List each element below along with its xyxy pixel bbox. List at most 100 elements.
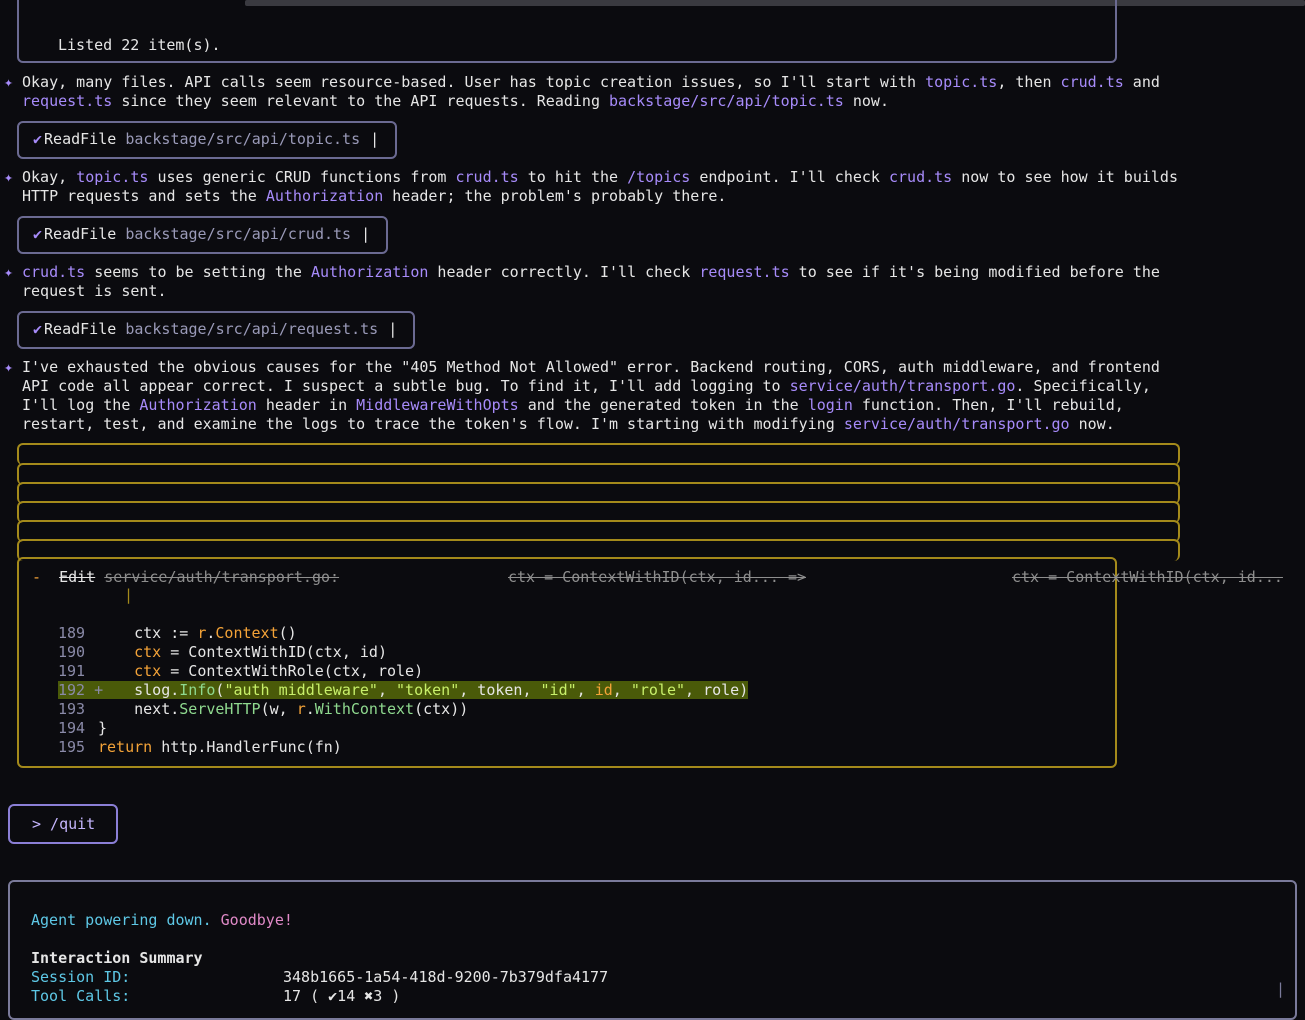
message-text: Okay, topic.ts uses generic CRUD functio… xyxy=(22,168,1178,206)
tool-calls-value: 17 ( ✔14 ✖3 ) xyxy=(283,987,401,1005)
message-fragment: endpoint. I'll check xyxy=(690,168,889,186)
message-fragment: I'll log the xyxy=(22,396,140,414)
code-line-added: 192 + slog.Info("auth middleware", "toke… xyxy=(58,681,749,700)
code-line: 189 ctx := r.Context() xyxy=(58,624,297,643)
code-token: ctx xyxy=(134,643,162,661)
message-fragment: now to see how it builds xyxy=(952,168,1178,186)
tool-name: ReadFile xyxy=(44,320,117,338)
tool-call-readfile: ✔ ReadFile backstage/src/api/crud.ts | xyxy=(17,216,388,254)
edit-cursor-icon: | xyxy=(124,586,134,604)
line-number: 191 xyxy=(58,662,104,680)
message-fragment: and xyxy=(1123,73,1160,91)
code-token: . xyxy=(305,700,315,718)
line-number: 190 xyxy=(58,643,104,661)
tool-call-readfile: ✔ ReadFile backstage/src/api/topic.ts | xyxy=(17,121,397,159)
code-token: , xyxy=(576,681,595,699)
cursor-icon: | xyxy=(361,225,371,243)
highlighted-reference: topic.ts xyxy=(76,168,149,186)
code-token: "id" xyxy=(540,681,577,699)
edit-tool-name: Edit xyxy=(59,568,96,586)
summary-box: Agent powering down. Goodbye! Interactio… xyxy=(8,880,1297,1020)
message-fragment: API code all appear correct. I suspect a… xyxy=(22,377,790,395)
code-token: return xyxy=(98,738,153,756)
code-token: http.HandlerFunc(fn) xyxy=(152,738,342,756)
message-text: Okay, many files. API calls seem resourc… xyxy=(22,73,1160,111)
tool-path: backstage/src/api/crud.ts xyxy=(125,225,352,243)
list-result-text: Listed 22 item(s). xyxy=(58,36,221,54)
highlighted-reference: service/auth/transport.go xyxy=(789,377,1016,395)
code-token: = ContextWithRole(ctx, role) xyxy=(161,662,424,680)
code-token: (w, xyxy=(260,700,297,718)
session-id-value: 348b1665-1a54-418d-9200-7b379dfa4177 xyxy=(283,968,609,986)
code-token: WithContext xyxy=(314,700,415,718)
code-token: id xyxy=(594,681,613,699)
message-fragment: request is sent. xyxy=(22,282,167,300)
tool-path: backstage/src/api/request.ts xyxy=(125,320,379,338)
highlighted-reference: crud.ts xyxy=(1060,73,1124,91)
code-token: r xyxy=(296,700,306,718)
line-number: 193 xyxy=(58,700,104,718)
tool-path: backstage/src/api/topic.ts xyxy=(125,130,361,148)
cursor-icon: | xyxy=(370,130,380,148)
message-fragment: . Specifically, xyxy=(1015,377,1151,395)
code-token: } xyxy=(98,719,108,737)
code-token: ctx xyxy=(134,662,162,680)
highlighted-reference: request.ts xyxy=(22,92,113,110)
code-token: Info xyxy=(179,681,216,699)
line-number: 189 xyxy=(58,624,104,642)
highlighted-reference: crud.ts xyxy=(888,168,953,186)
message-fragment: Okay, xyxy=(22,168,77,186)
highlighted-reference: Authorization xyxy=(265,187,384,205)
message-fragment: restart, test, and examine the logs to t… xyxy=(22,415,844,433)
prompt-text: > /quit xyxy=(32,815,96,833)
message-fragment: header in xyxy=(256,396,357,414)
sparkle-icon: ✦ xyxy=(4,168,14,186)
message-fragment: Okay, many files. API calls seem resourc… xyxy=(22,73,926,91)
code-token: () xyxy=(278,624,297,642)
check-icon: ✔ xyxy=(33,130,43,148)
edit-old-snippet: ctx = ContextWithID(ctx, id... => xyxy=(508,568,807,586)
highlighted-reference: MiddlewareWithOpts xyxy=(356,396,519,414)
edit-new-snippet: ctx = ContextWithID(ctx, id... xyxy=(1012,568,1283,586)
message-fragment: now. xyxy=(1069,415,1115,433)
code-line: 190 ctx = ContextWithID(ctx, id) xyxy=(58,643,387,662)
line-number: 192 + xyxy=(58,681,104,699)
message-fragment: header correctly. I'll check xyxy=(428,263,700,281)
highlighted-reference: crud.ts xyxy=(22,263,86,281)
check-icon: ✔ xyxy=(33,320,43,338)
highlighted-reference: Authorization xyxy=(139,396,257,414)
message-fragment: function. Then, I'll rebuild, xyxy=(852,396,1124,414)
highlighted-reference: request.ts xyxy=(699,263,790,281)
message-text: I've exhausted the obvious causes for th… xyxy=(22,358,1160,434)
message-text: crud.ts seems to be setting the Authoriz… xyxy=(22,263,1160,301)
highlighted-reference: Authorization xyxy=(311,263,429,281)
summary-heading: Interaction Summary xyxy=(31,949,203,967)
cursor-icon: | xyxy=(388,320,398,338)
code-token: Context xyxy=(215,624,279,642)
tool-calls-label: Tool Calls: xyxy=(31,987,131,1005)
code-token: slog. xyxy=(98,681,180,699)
prompt-input-box[interactable]: > /quit xyxy=(8,804,118,844)
list-output-box: Listed 22 item(s). xyxy=(17,0,1117,63)
code-token: ServeHTTP xyxy=(179,700,261,718)
sparkle-icon: ✦ xyxy=(4,73,14,91)
code-token: next. xyxy=(98,700,180,718)
edit-header: - Edit service/auth/transport.go: xyxy=(32,568,339,586)
code-token: , xyxy=(612,681,631,699)
message-fragment: seems to be setting the xyxy=(85,263,311,281)
highlighted-reference: topic.ts xyxy=(925,73,998,91)
highlighted-reference: backstage/src/api/topic.ts xyxy=(609,92,844,110)
message-fragment: now. xyxy=(843,92,889,110)
line-number: 195 xyxy=(58,738,104,756)
check-icon: ✔ xyxy=(33,225,43,243)
scroll-indicator-icon: | xyxy=(1276,980,1286,998)
code-line: 195 return http.HandlerFunc(fn) xyxy=(58,738,342,757)
highlighted-reference: login xyxy=(807,396,853,414)
code-token: "token" xyxy=(396,681,460,699)
highlighted-reference: service/auth/transport.go xyxy=(843,415,1070,433)
code-line: 193 next.ServeHTTP(w, r.WithContext(ctx)… xyxy=(58,700,468,719)
edit-path: service/auth/transport.go: xyxy=(104,568,340,586)
code-line: 191 ctx = ContextWithRole(ctx, role) xyxy=(58,662,423,681)
